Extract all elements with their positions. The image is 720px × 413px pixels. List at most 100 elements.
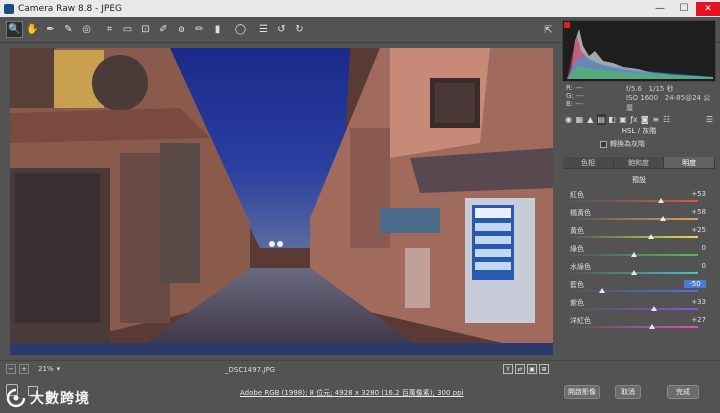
zoom-tool-icon[interactable]: 🔍 [6, 21, 23, 38]
aperture: f/5.6 [626, 85, 642, 93]
adjustment-brush-icon[interactable]: ✏ [191, 21, 208, 38]
watermark: 大數跨境 [6, 388, 90, 408]
slider-value-field[interactable]: +33 [684, 298, 706, 306]
slider-value-field[interactable]: 0 [684, 262, 706, 270]
tab-saturation[interactable]: 飽和度 [613, 157, 665, 168]
camera-calibration-panel-icon[interactable]: ◙ [640, 114, 649, 125]
tab-hue[interactable]: 色相 [563, 157, 614, 168]
crop-tool-icon[interactable]: ⌗ [101, 21, 118, 38]
slider-label: 紫色 [570, 299, 584, 307]
slider-track[interactable] [570, 236, 698, 238]
basic-panel-icon[interactable]: ◉ [564, 114, 573, 125]
panel-menu-icon[interactable]: ☰ [705, 114, 714, 125]
detail-panel-icon[interactable]: ▲ [586, 114, 595, 125]
zoom-out-button[interactable]: − [6, 364, 16, 374]
zoom-dropdown-icon[interactable]: ▾ [57, 365, 61, 373]
slider-thumb[interactable] [631, 252, 637, 257]
minimize-button[interactable]: — [648, 2, 672, 16]
split-toning-panel-icon[interactable]: ◧ [608, 114, 617, 125]
slider-label: 紅色 [570, 191, 584, 199]
fullscreen-toggle-icon[interactable]: ⇱ [540, 22, 557, 39]
hsl-panel-icon[interactable]: ▤ [596, 113, 606, 125]
slider-row: 紫色 +33 [566, 298, 716, 316]
zoom-in-button[interactable]: + [19, 364, 29, 374]
slider-label: 洋紅色 [570, 317, 591, 325]
toggle-settings-button[interactable]: ⊞ [539, 364, 549, 374]
done-button[interactable]: 完成 [667, 385, 699, 399]
shutter-speed: 1/15 秒 [648, 85, 674, 93]
slider-track[interactable] [570, 326, 698, 328]
bottom-bar: Adobe RGB (1998); 8 位元; 4928 x 3280 (16.… [0, 378, 720, 413]
spot-removal-tool-icon[interactable]: ✐ [155, 21, 172, 38]
slider-thumb[interactable] [657, 198, 664, 203]
slider-thumb[interactable] [599, 288, 605, 293]
b-value: --- [575, 100, 583, 108]
street-photo-illustration [10, 48, 553, 355]
close-button[interactable]: ✕ [696, 1, 720, 16]
convert-grayscale-row[interactable]: 轉換為灰階 [600, 139, 645, 149]
shadow-clipping-warning-icon[interactable] [564, 22, 570, 28]
view-mode-button[interactable]: Y [503, 364, 513, 374]
slider-thumb[interactable] [651, 306, 658, 311]
preview-image[interactable] [10, 48, 553, 355]
white-balance-tool-icon[interactable]: ✒ [42, 21, 59, 38]
slider-value-field[interactable]: +58 [684, 208, 706, 216]
slider-value-field[interactable]: +53 [684, 190, 706, 198]
slider-track[interactable] [570, 218, 698, 220]
preview-canvas [0, 43, 561, 360]
slider-value-field[interactable]: -50 [684, 280, 706, 288]
red-eye-tool-icon[interactable]: ꙩ [173, 21, 190, 38]
slider-track[interactable] [570, 290, 698, 292]
rotate-left-icon[interactable]: ↺ [273, 21, 290, 38]
watermark-logo-icon [6, 388, 26, 408]
presets-panel-icon[interactable]: ≡ [651, 114, 660, 125]
default-link[interactable]: 預設 [562, 175, 716, 185]
slider-row: 水綠色 0 [566, 262, 716, 280]
color-sampler-tool-icon[interactable]: ✎ [60, 21, 77, 38]
slider-thumb[interactable] [631, 270, 637, 275]
slider-row: 綠色 0 [566, 244, 716, 262]
slider-label: 水綠色 [570, 263, 591, 271]
slider-thumb[interactable] [647, 234, 654, 239]
cancel-button[interactable]: 取消 [615, 385, 641, 399]
swap-settings-button[interactable]: ⇄ [515, 364, 525, 374]
tone-curve-panel-icon[interactable]: ▦ [575, 114, 584, 125]
slider-label: 黃色 [570, 227, 584, 235]
targeted-adjustment-tool-icon[interactable]: ◎ [78, 21, 95, 38]
slider-track[interactable] [570, 308, 698, 310]
zoom-control: − + 21% ▾ [6, 364, 60, 374]
tab-luminance[interactable]: 明度 [664, 157, 716, 168]
file-name: _DSC1497.JPG [225, 366, 275, 374]
title-bar: Camera Raw 8.8 - JPEG — ☐ ✕ [0, 0, 720, 17]
effects-panel-icon[interactable]: ƒx [629, 114, 638, 125]
watermark-text: 大數跨境 [30, 391, 90, 407]
b-label: B: [566, 100, 574, 108]
rotate-right-icon[interactable]: ↻ [291, 21, 308, 38]
convert-grayscale-checkbox[interactable] [600, 140, 607, 148]
open-image-button[interactable]: 開啟影像 [564, 385, 600, 399]
copy-settings-button[interactable]: ▣ [527, 364, 537, 374]
slider-value-field[interactable]: 0 [684, 244, 706, 252]
exposure-line-2: ISO 1600 24-85@24 公厘 [626, 93, 716, 113]
r-value: --- [575, 84, 583, 92]
straighten-tool-icon[interactable]: ▭ [119, 21, 136, 38]
camera-raw-app-icon [4, 3, 14, 14]
maximize-button[interactable]: ☐ [672, 2, 696, 16]
slider-thumb[interactable] [660, 216, 667, 221]
slider-thumb[interactable] [648, 324, 655, 329]
g-value: --- [576, 92, 584, 100]
preferences-icon[interactable]: ☰ [255, 21, 272, 38]
slider-track[interactable] [570, 200, 698, 202]
graduated-filter-icon[interactable]: ▮ [209, 21, 226, 38]
lens-corrections-panel-icon[interactable]: ▣ [619, 114, 628, 125]
slider-value-field[interactable]: +25 [684, 226, 706, 234]
slider-value-field[interactable]: +27 [684, 316, 706, 324]
snapshots-panel-icon[interactable]: ☷ [662, 114, 671, 125]
hand-tool-icon[interactable]: ✋ [24, 21, 41, 38]
slider-label: 藍色 [570, 281, 584, 289]
workflow-options-link[interactable]: Adobe RGB (1998); 8 位元; 4928 x 3280 (16.… [240, 388, 464, 398]
zoom-level[interactable]: 21% [38, 365, 54, 373]
radial-filter-icon[interactable]: ◯ [232, 21, 249, 38]
transform-tool-icon[interactable]: ⊡ [137, 21, 154, 38]
status-bar: − + 21% ▾ _DSC1497.JPG Y ⇄ ▣ ⊞ [0, 360, 720, 378]
